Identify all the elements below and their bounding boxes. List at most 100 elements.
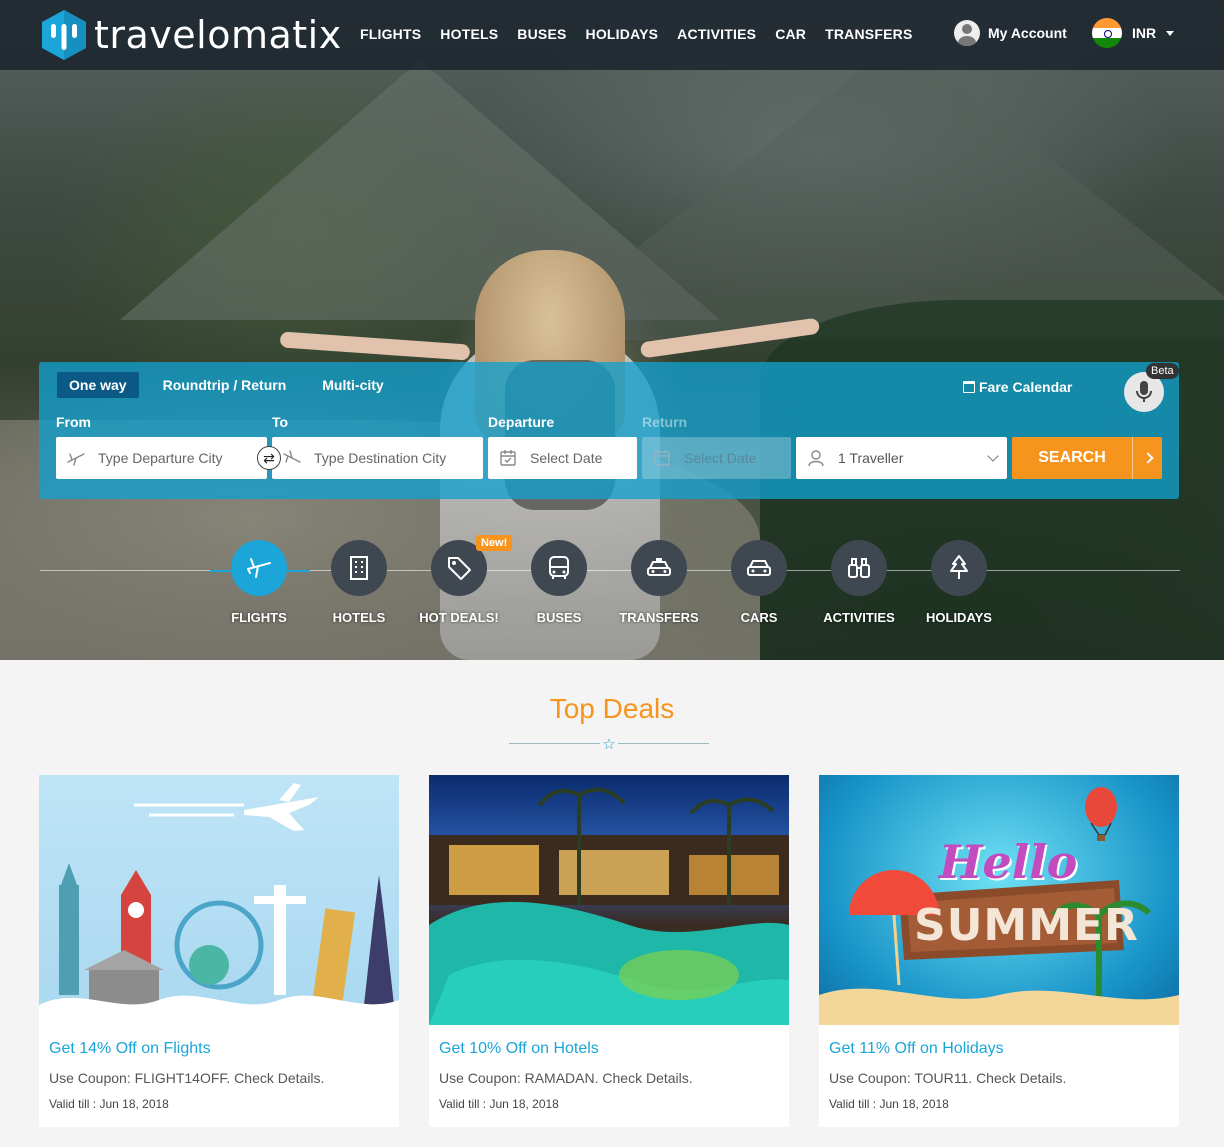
user-icon — [808, 450, 824, 467]
departure-field[interactable] — [488, 437, 637, 479]
deal-card-holidays[interactable]: Hello SUMMER Get 11% Off on Holidays Use… — [819, 775, 1179, 1127]
traveller-selector[interactable]: 1 Traveller — [796, 437, 1007, 479]
deal-valid-till: Valid till : Jun 18, 2018 — [49, 1097, 169, 1111]
deal-card-hotels[interactable]: Get 10% Off on Hotels Use Coupon: RAMADA… — [429, 775, 789, 1127]
star-icon: ☆ — [600, 735, 618, 753]
plane-landing-icon — [283, 450, 301, 463]
fare-calendar-label: Fare Calendar — [979, 379, 1073, 395]
nav-transfers[interactable]: TRANSFERS — [825, 26, 912, 42]
to-label: To — [272, 414, 289, 430]
currency-selector[interactable]: INR — [1092, 18, 1175, 48]
category-buses[interactable]: BUSES — [509, 540, 609, 625]
category-label: HOLIDAYS — [926, 610, 992, 625]
new-badge: New! — [476, 535, 513, 551]
deal-image-holidays: Hello SUMMER — [819, 775, 1179, 1025]
category-label: TRANSFERS — [619, 610, 699, 625]
nav-flights[interactable]: FLIGHTS — [360, 26, 421, 42]
mountain-shape — [520, 40, 1224, 340]
traveller-arm — [279, 331, 471, 361]
to-field[interactable] — [272, 437, 483, 479]
from-label: From — [56, 414, 91, 430]
return-field[interactable] — [642, 437, 791, 479]
category-label: FLIGHTS — [231, 610, 287, 625]
tab-multi-city[interactable]: Multi-city — [310, 372, 395, 398]
nav-car[interactable]: CAR — [775, 26, 806, 42]
return-label: Return — [642, 414, 688, 430]
nav-holidays[interactable]: HOLIDAYS — [586, 26, 659, 42]
category-cars[interactable]: CARS — [709, 540, 809, 625]
search-button-label: SEARCH — [1038, 449, 1106, 466]
category-label: CARS — [740, 610, 778, 625]
return-input[interactable] — [684, 450, 791, 466]
brand-name: travelomatix — [94, 13, 342, 57]
category-hot-deals[interactable]: HOT DEALS! — [409, 540, 509, 625]
chevron-down-icon — [987, 450, 999, 462]
from-field[interactable] — [56, 437, 267, 479]
deal-description: Use Coupon: TOUR11. Check Details. — [829, 1070, 1067, 1086]
category-label: ACTIVITIES — [823, 610, 895, 625]
to-input[interactable] — [314, 450, 483, 466]
category-label: BUSES — [536, 610, 582, 625]
tree-icon — [950, 555, 968, 579]
category-hotels[interactable]: HOTELS — [309, 540, 409, 625]
building-icon — [350, 556, 368, 580]
tab-roundtrip[interactable]: Roundtrip / Return — [151, 372, 299, 398]
microphone-icon — [1136, 381, 1152, 402]
category-activities[interactable]: ACTIVITIES — [809, 540, 909, 625]
beta-badge: Beta — [1146, 363, 1179, 379]
chevron-right-icon — [1132, 437, 1162, 479]
india-flag-icon — [1092, 18, 1122, 48]
swap-cities-button[interactable]: ⇄ — [257, 446, 281, 470]
resort-pool-illustration — [429, 787, 789, 1025]
search-button[interactable]: SEARCH — [1012, 437, 1162, 479]
traveller-count: 1 Traveller — [838, 450, 904, 466]
from-input[interactable] — [98, 450, 267, 466]
nav-activities[interactable]: ACTIVITIES — [677, 26, 756, 42]
deal-title[interactable]: Get 11% Off on Holidays — [829, 1040, 1004, 1058]
category-label: HOTELS — [332, 610, 386, 625]
currency-code: INR — [1132, 25, 1157, 41]
category-flights[interactable]: FLIGHTS — [209, 540, 309, 625]
landmarks-illustration — [39, 783, 399, 1025]
my-account-label: My Account — [988, 25, 1067, 41]
category-transfers[interactable]: TRANSFERS — [609, 540, 709, 625]
car-icon — [747, 560, 771, 576]
main-nav: FLIGHTS HOTELS BUSES HOLIDAYS ACTIVITIES… — [360, 26, 931, 42]
nav-buses[interactable]: BUSES — [517, 26, 566, 42]
deal-valid-till: Valid till : Jun 18, 2018 — [439, 1097, 559, 1111]
category-label: HOT DEALS! — [419, 610, 499, 625]
deal-image-flights — [39, 775, 399, 1025]
summer-sign-text: SUMMER — [914, 900, 1139, 951]
deal-description: Use Coupon: FLIGHT14OFF. Check Details. — [49, 1070, 325, 1086]
plane-takeoff-icon — [67, 453, 85, 466]
tag-icon — [448, 557, 471, 580]
fare-calendar-link[interactable]: Fare Calendar — [963, 379, 1072, 395]
logo-icon — [42, 10, 86, 60]
bus-icon — [549, 556, 569, 579]
tab-one-way[interactable]: One way — [57, 372, 139, 398]
deal-description: Use Coupon: RAMADAN. Check Details. — [439, 1070, 693, 1086]
avatar-icon — [954, 20, 980, 46]
deal-title[interactable]: Get 14% Off on Flights — [49, 1040, 211, 1058]
hello-sign-text: Hello — [939, 835, 1078, 889]
category-holidays[interactable]: HOLIDAYS — [909, 540, 1009, 625]
trip-type-tabs: One way Roundtrip / Return Multi-city — [57, 372, 408, 398]
flight-search-panel: One way Roundtrip / Return Multi-city Fa… — [39, 362, 1179, 499]
plane-icon — [247, 558, 271, 578]
deal-image-hotels — [429, 775, 789, 1025]
departure-input[interactable] — [530, 450, 637, 466]
calendar-icon — [654, 450, 670, 466]
nav-hotels[interactable]: HOTELS — [440, 26, 498, 42]
deal-valid-till: Valid till : Jun 18, 2018 — [829, 1097, 949, 1111]
calendar-icon — [963, 381, 975, 393]
deal-title[interactable]: Get 10% Off on Hotels — [439, 1040, 599, 1058]
top-deals-heading: Top Deals — [549, 693, 675, 724]
top-header: travelomatix FLIGHTS HOTELS BUSES HOLIDA… — [0, 0, 1224, 70]
deal-card-flights[interactable]: Get 14% Off on Flights Use Coupon: FLIGH… — [39, 775, 399, 1127]
departure-label: Departure — [488, 414, 555, 430]
swap-icon: ⇄ — [263, 449, 275, 466]
taxi-icon — [647, 558, 671, 576]
brand-logo[interactable]: travelomatix — [38, 8, 342, 62]
my-account-link[interactable]: My Account — [954, 20, 1067, 46]
binoculars-icon — [848, 558, 870, 578]
